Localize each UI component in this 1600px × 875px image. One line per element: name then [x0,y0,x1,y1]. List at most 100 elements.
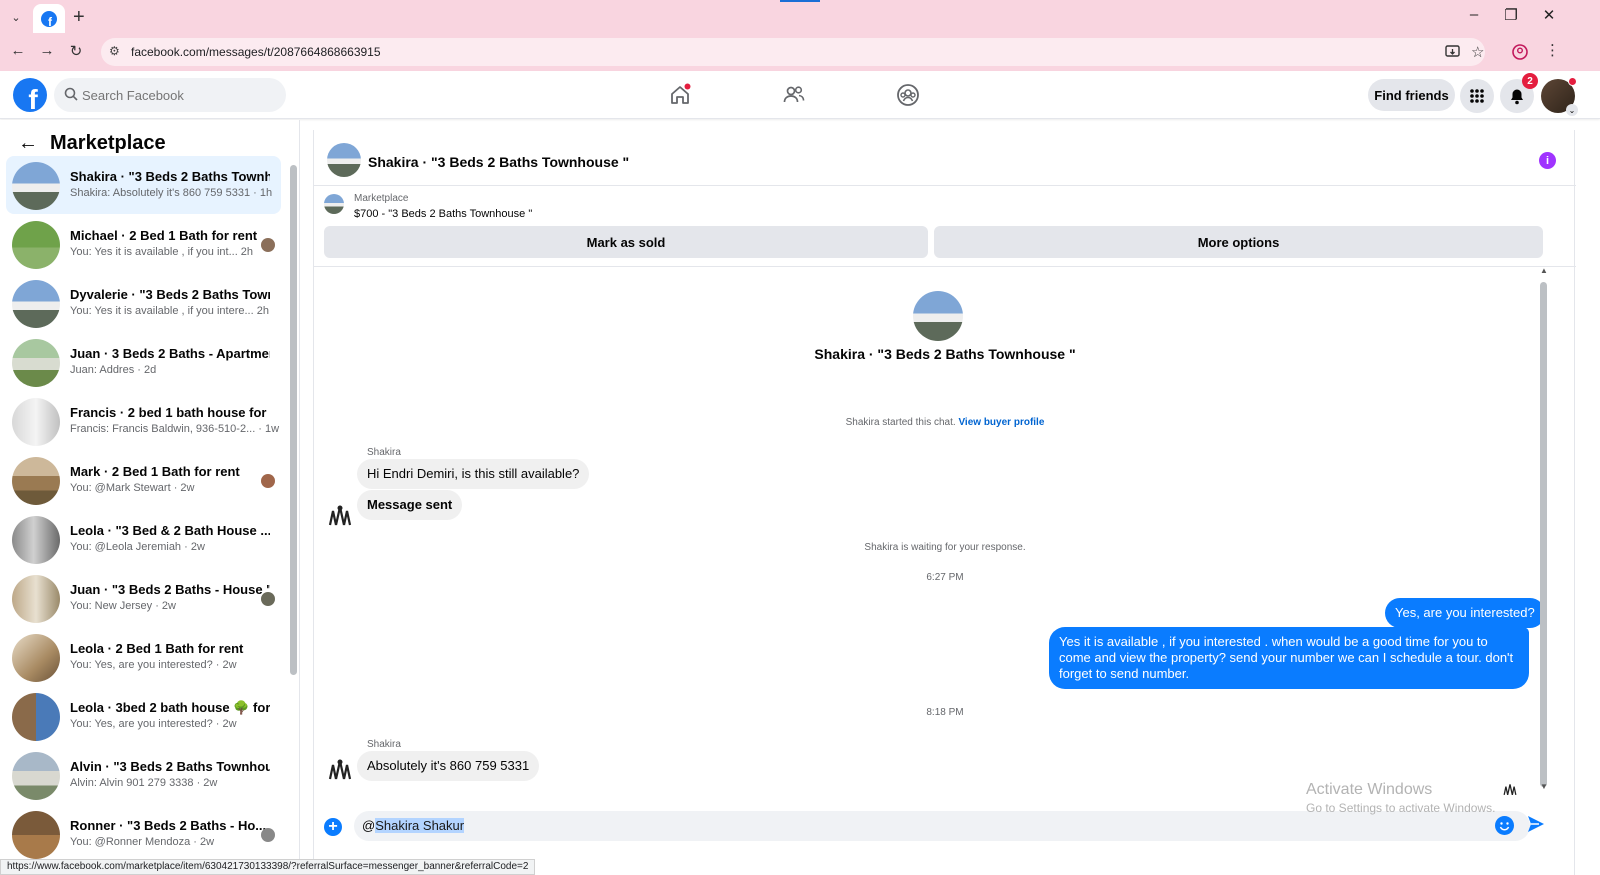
more-options-button[interactable]: More options [934,226,1543,258]
message-input-text[interactable]: @Shakira Shakur [362,818,465,833]
chat-header: Shakira · "3 Beds 2 Baths Townhouse " i [314,130,1576,186]
seen-avatar [261,592,275,606]
forward-arrow-icon[interactable]: → [37,42,57,59]
mark-as-sold-button[interactable]: Mark as sold [324,226,928,258]
facebook-header: f Find friends [0,71,1600,119]
conversation-item[interactable]: Francis · 2 bed 1 bath house for ... Fra… [6,392,281,450]
send-icon[interactable] [1527,815,1545,833]
outgoing-message[interactable]: Yes it is available , if you interested … [1049,627,1529,689]
search-input[interactable] [82,78,272,112]
loading-indicator [780,0,820,2]
conversation-item[interactable]: Ronner · "3 Beds 2 Baths - Ho... You: @R… [6,805,281,863]
profile-icon[interactable] [1512,44,1528,60]
find-friends-button[interactable]: Find friends [1368,79,1455,111]
incoming-message[interactable]: Absolutely it's 860 759 5331 [357,751,540,781]
conversation-preview: You: Yes it is available , if you int...… [70,246,254,258]
message-input[interactable]: @Shakira Shakur [354,811,1530,841]
scroll-up-arrow-icon[interactable]: ▲ [1540,266,1548,275]
conversation-preview: Francis: Francis Baldwin, 936-510-2... ·… [70,423,280,435]
conversation-name: Francis · 2 bed 1 bath house for ... [70,405,270,420]
conversation-avatar [12,457,60,505]
restore-window-icon[interactable]: ❐ [1496,6,1526,24]
browser-tab-strip: ⌄ f + – ❐ ✕ [0,0,1600,33]
buyer-avatar[interactable] [913,291,963,341]
browser-toolbar: ← → ↻ ⚙ facebook.com/messages/t/20876648… [0,33,1600,71]
conversation-name: Leola · "3 Bed & 2 Bath House ... [70,523,270,538]
incoming-message[interactable]: Hi Endri Demiri, is this still available… [357,459,590,489]
search-icon [64,87,78,101]
add-attachment-plus-icon[interactable]: + [324,818,342,836]
conversation-item[interactable]: Michael · 2 Bed 1 Bath for rent You: Yes… [6,215,281,273]
conversation-preview: You: Yes it is available , if you intere… [70,305,269,317]
conversation-name: Ronner · "3 Beds 2 Baths - Ho... [70,818,267,833]
sender-name: Shakira [367,739,401,750]
conversation-avatar [12,516,60,564]
conversation-item[interactable]: Shakira · "3 Beds 2 Baths Townh... Shaki… [6,156,281,214]
conversation-preview: You: New Jersey · 2w [70,600,176,612]
menu-grid-icon[interactable] [1460,79,1494,113]
browser-tab-facebook[interactable]: f [33,4,65,33]
scroll-down-arrow-icon[interactable]: ▼ [1540,782,1548,791]
conversation-item[interactable]: Mark · 2 Bed 1 Bath for rent You: @Mark … [6,451,281,509]
sidebar-scrollbar[interactable] [290,165,297,675]
chevron-down-icon: ⌄ [1566,104,1578,116]
install-app-icon[interactable] [1445,45,1460,59]
conversation-item[interactable]: Leola · 3bed 2 bath house 🌳 for... You: … [6,687,281,745]
conversation-name: Leola · 3bed 2 bath house 🌳 for... [70,700,270,715]
account-avatar[interactable]: ⌄ [1541,77,1578,116]
sidebar-title: Marketplace [50,132,166,154]
tab-search-chevron-icon[interactable]: ⌄ [6,7,26,27]
mention-tag: Shakira Shakur [375,818,465,833]
chat-panel: Shakira · "3 Beds 2 Baths Townhouse " i … [313,130,1576,875]
avatar-red-dot [1568,77,1577,86]
back-arrow-icon[interactable]: ← [8,42,28,59]
back-arrow-icon[interactable]: ← [18,132,38,155]
address-bar[interactable]: ⚙ facebook.com/messages/t/20876648686639… [101,38,1485,66]
conversation-item[interactable]: Dyvalerie · "3 Beds 2 Baths Town... You:… [6,274,281,332]
url-text[interactable]: facebook.com/messages/t/2087664868663915 [131,45,381,59]
bookmark-star-icon[interactable]: ☆ [1471,43,1484,61]
listing-category: Marketplace [354,193,409,204]
browser-menu-icon[interactable]: ⋮ [1545,41,1560,59]
conversation-item[interactable]: Juan · "3 Beds 2 Baths - House " You: Ne… [6,569,281,627]
groups-icon[interactable] [896,83,920,107]
view-buyer-profile-link[interactable]: View buyer profile [958,417,1044,428]
thread-title: Shakira · "3 Beds 2 Baths Townhouse " [814,346,1076,362]
seen-avatar [261,238,275,252]
conversation-preview: You: Yes, are you interested? · 2w [70,718,237,730]
conversation-preview: Shakira: Absolutely it's 860 759 5331 · … [70,187,273,199]
outgoing-message[interactable]: Yes, are you interested? [1385,598,1545,628]
conversation-avatar [12,693,60,741]
thread-scrollbar[interactable] [1540,282,1547,787]
chat-title[interactable]: Shakira · "3 Beds 2 Baths Townhouse " [368,154,629,170]
conversation-avatar [12,811,60,859]
conversation-item[interactable]: Leola · "3 Bed & 2 Bath House ... You: @… [6,510,281,568]
bell-icon [1511,89,1523,104]
home-icon[interactable] [668,83,692,107]
reload-icon[interactable]: ↻ [66,42,86,60]
close-window-icon[interactable]: ✕ [1534,6,1564,24]
notification-count-badge: 2 [1522,73,1538,89]
conversation-item[interactable]: Alvin · "3 Beds 2 Baths Townhou... Alvin… [6,746,281,804]
conversation-name: Alvin · "3 Beds 2 Baths Townhou... [70,759,270,774]
conversation-preview: Juan: Addres · 2d [70,364,157,376]
read-receipt-avatar-icon [1503,784,1517,795]
facebook-logo-icon[interactable]: f [13,78,47,112]
minimize-icon[interactable]: – [1459,6,1489,23]
site-settings-icon[interactable]: ⚙ [109,44,120,58]
started-text: Shakira started this chat. [845,417,956,428]
conversation-item[interactable]: Juan · 3 Beds 2 Baths - Apartment Juan: … [6,333,281,391]
marketplace-conversation-list: ← Marketplace Shakira · "3 Beds 2 Baths … [0,120,300,875]
seen-avatar [261,828,275,842]
mention-prefix: @ [362,818,376,833]
search-box[interactable] [54,78,286,112]
emoji-icon[interactable] [1495,816,1514,835]
chat-avatar[interactable] [327,143,361,177]
friends-icon[interactable] [782,83,806,107]
new-tab-plus-icon[interactable]: + [73,6,85,29]
info-icon[interactable]: i [1539,152,1556,169]
conversation-name: Leola · 2 Bed 1 Bath for rent [70,641,244,656]
conversation-item[interactable]: Leola · 2 Bed 1 Bath for rent You: Yes, … [6,628,281,686]
incoming-message[interactable]: Message sent [357,490,463,520]
conversation-name: Shakira · "3 Beds 2 Baths Townh... [70,169,270,184]
